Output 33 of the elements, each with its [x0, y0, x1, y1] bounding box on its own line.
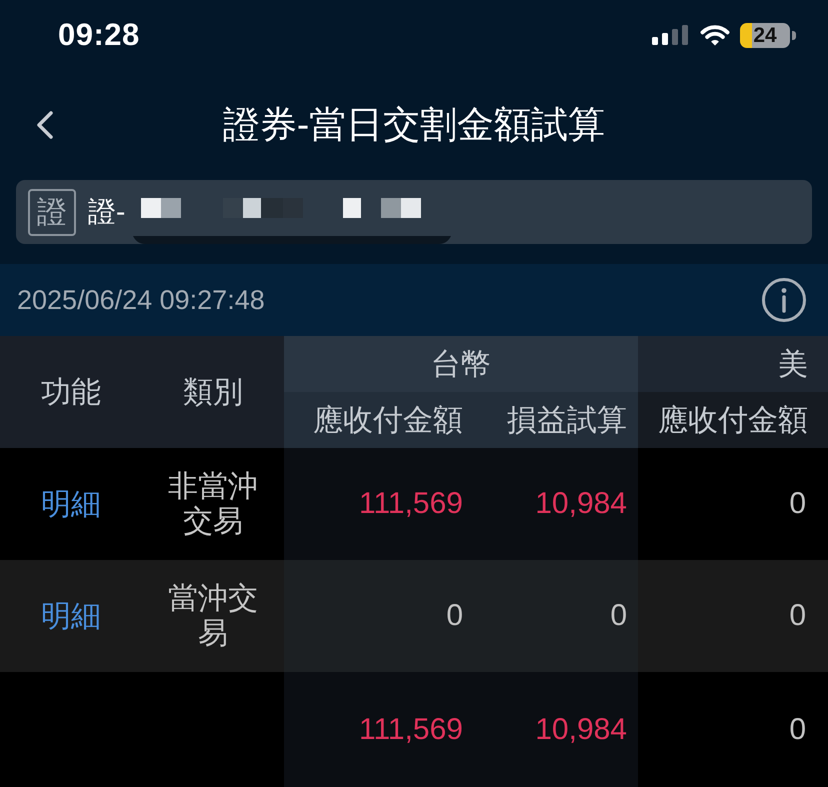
table-cell: 111,569: [284, 448, 474, 560]
detail-link[interactable]: 明細: [41, 484, 101, 524]
account-name: 證-: [88, 195, 126, 229]
wifi-icon: [700, 24, 730, 46]
info-icon: [762, 278, 806, 322]
account-selector[interactable]: 證 證-: [16, 180, 812, 244]
table-cell: 0: [474, 560, 638, 672]
table-cell-text: 0: [788, 712, 807, 748]
table-cell: 10,984: [474, 448, 638, 560]
detail-link[interactable]: 明細: [41, 596, 101, 636]
column-header: 功能: [0, 336, 142, 448]
category-label: 當沖交易: [167, 581, 259, 651]
back-chevron-icon: [36, 111, 54, 139]
status-time: 09:28: [58, 17, 140, 53]
table-cell: 0: [284, 560, 474, 672]
signal-icon: [652, 25, 690, 45]
column-group-header: 美: [638, 336, 828, 392]
column-header: 應收付金額: [638, 392, 828, 448]
column-group-header: 台幣: [284, 336, 638, 392]
info-button[interactable]: [762, 278, 806, 322]
table-cell-text: 0: [788, 486, 807, 522]
page-title: 證券-當日交割金額試算: [222, 103, 606, 147]
column-header: 損益試算: [474, 392, 638, 448]
column-header: 類別: [142, 336, 284, 448]
table-cell: 10,984: [474, 672, 638, 787]
account-type-badge: 證: [28, 188, 76, 236]
table-cell-text: 0: [788, 598, 807, 634]
back-button[interactable]: [36, 111, 54, 139]
table-cell: 111,569: [284, 672, 474, 787]
timestamp-text: 2025/06/24 09:27:48: [17, 284, 265, 316]
category-label: 非當沖交易: [167, 469, 259, 539]
battery-indicator: 24: [740, 22, 796, 48]
column-header: 應收付金額: [284, 392, 474, 448]
